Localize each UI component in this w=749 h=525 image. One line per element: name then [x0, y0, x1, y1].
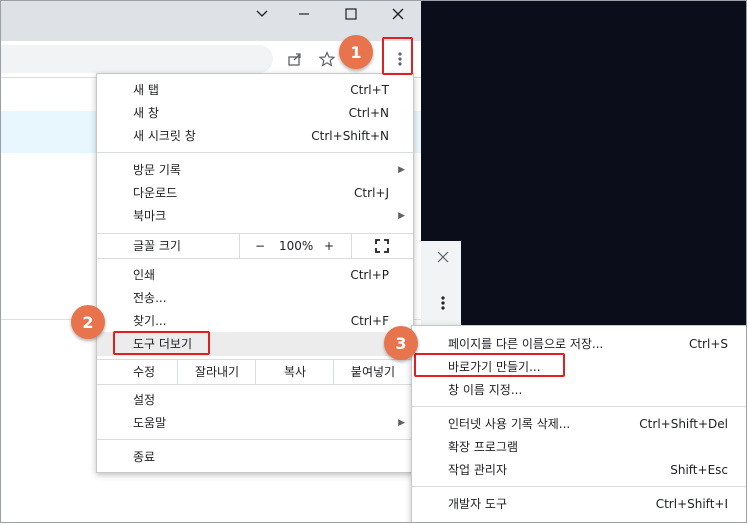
step-badge-3: 3	[384, 326, 418, 360]
tab-search-button[interactable]	[239, 1, 285, 27]
menu-edit-row: 수정 잘라내기 복사 붙여넣기	[97, 360, 413, 384]
minimize-button[interactable]	[281, 1, 327, 27]
menu-item-help[interactable]: 도움말 ▶	[97, 412, 413, 434]
menu-item-exit[interactable]: 종료	[97, 446, 413, 468]
highlight-box-more-tools	[113, 331, 210, 355]
menu-item-downloads[interactable]: 다운로드 Ctrl+J	[97, 182, 413, 204]
menu-separator	[412, 486, 746, 487]
menu-separator	[97, 384, 413, 385]
submenu-item-name-window[interactable]: 창 이름 지정...	[412, 379, 746, 401]
kebab-menu-icon	[441, 296, 445, 310]
zoom-level: 100%	[279, 239, 314, 253]
submenu-item-developer-tools[interactable]: 개발자 도구 Ctrl+Shift+I	[412, 493, 746, 515]
submenu-item-save-page[interactable]: 페이지를 다른 이름으로 저장... Ctrl+S	[412, 333, 746, 355]
menu-separator	[97, 258, 413, 259]
fullscreen-button[interactable]	[351, 234, 412, 258]
zoom-in-button[interactable]: +	[309, 234, 349, 258]
menu-item-bookmarks[interactable]: 북마크 ▶	[97, 205, 413, 227]
step-badge-1: 1	[339, 35, 373, 69]
menu-item-new-window[interactable]: 새 창 Ctrl+N	[97, 102, 413, 124]
fullscreen-icon	[375, 239, 389, 253]
menu-separator	[412, 406, 746, 407]
chevron-right-icon: ▶	[398, 211, 405, 221]
paste-button[interactable]: 붙여넣기	[333, 360, 412, 384]
zoom-out-button[interactable]: −	[239, 234, 280, 258]
copy-button[interactable]: 복사	[255, 360, 334, 384]
chrome-main-menu: 새 탭 Ctrl+T 새 창 Ctrl+N 새 시크릿 창 Ctrl+Shift+N …	[96, 73, 414, 473]
submenu-item-extensions[interactable]: 확장 프로그램	[412, 436, 746, 458]
star-icon[interactable]	[315, 47, 339, 71]
second-window-fragment	[421, 241, 461, 331]
chevron-down-icon	[256, 10, 268, 17]
address-bar[interactable]	[1, 45, 273, 73]
menu-item-find[interactable]: 찾기... Ctrl+F	[97, 310, 413, 332]
maximize-icon	[345, 8, 357, 20]
menu-item-cast[interactable]: 전송...	[97, 287, 413, 309]
close-icon	[437, 251, 449, 263]
menu-item-incognito[interactable]: 새 시크릿 창 Ctrl+Shift+N	[97, 125, 413, 147]
cut-button[interactable]: 잘라내기	[177, 360, 256, 384]
menu-separator	[97, 439, 413, 440]
menu-item-settings[interactable]: 설정	[97, 389, 413, 411]
menu-zoom-row: 글꼴 크기 − 100% +	[97, 234, 413, 258]
minimize-icon	[299, 13, 309, 15]
submenu-item-task-manager[interactable]: 작업 관리자 Shift+Esc	[412, 459, 746, 481]
chevron-right-icon: ▶	[398, 418, 405, 428]
close-window-button[interactable]	[375, 1, 421, 27]
menu-item-new-tab[interactable]: 새 탭 Ctrl+T	[97, 79, 413, 101]
highlight-box-create-shortcut	[414, 353, 565, 377]
close-icon	[392, 8, 404, 20]
screenshot-frame: 새 탭 Ctrl+T 새 창 Ctrl+N 새 시크릿 창 Ctrl+Shift+N …	[0, 0, 747, 523]
maximize-button[interactable]	[328, 1, 374, 27]
submenu-item-clear-browsing-data[interactable]: 인터넷 사용 기록 삭제... Ctrl+Shift+Del	[412, 413, 746, 435]
share-icon[interactable]	[283, 47, 307, 71]
menu-item-history[interactable]: 방문 기록 ▶	[97, 159, 413, 181]
step-badge-2: 2	[71, 305, 105, 339]
menu-separator	[97, 152, 413, 153]
highlight-box-menu-button	[382, 37, 413, 75]
chevron-right-icon: ▶	[398, 165, 405, 175]
menu-item-print[interactable]: 인쇄 Ctrl+P	[97, 264, 413, 286]
